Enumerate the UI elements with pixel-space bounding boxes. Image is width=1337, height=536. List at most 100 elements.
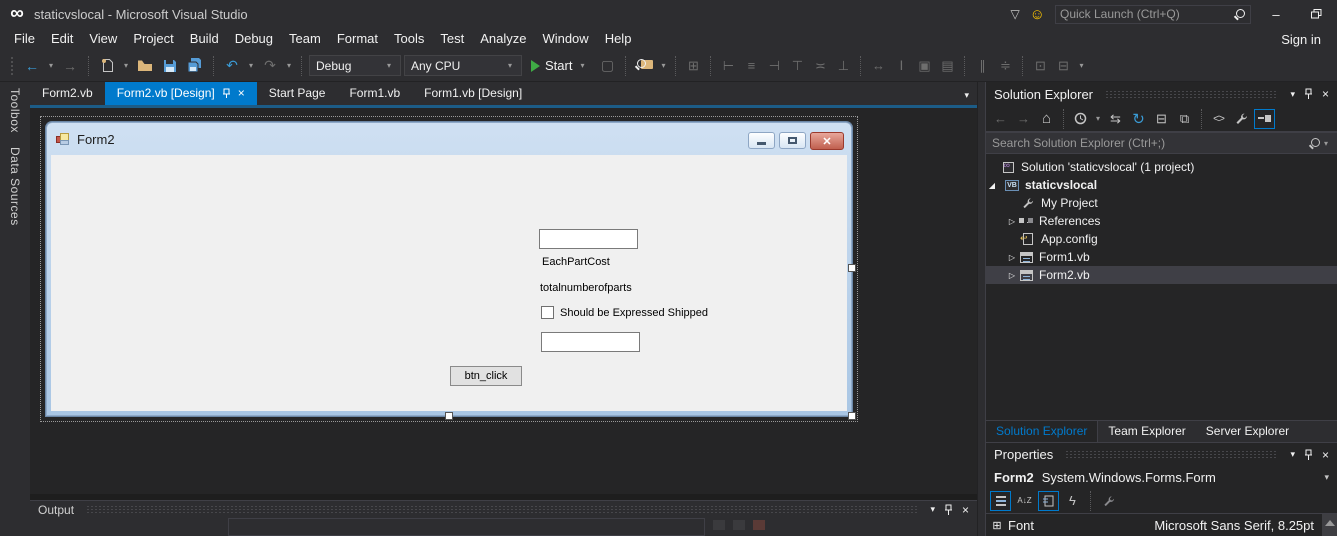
categorized-icon[interactable] (990, 491, 1011, 511)
menu-project[interactable]: Project (125, 28, 181, 50)
solution-explorer-header[interactable]: Solution Explorer ▾ × (986, 82, 1337, 106)
menu-file[interactable]: File (6, 28, 43, 50)
properties-scrollbar[interactable] (1322, 514, 1337, 536)
form-maximize-button[interactable] (779, 132, 806, 149)
refresh-icon[interactable]: ↻ (1128, 109, 1149, 129)
window-position-dropdown[interactable]: ▾ (1290, 89, 1295, 100)
pin-icon[interactable] (1304, 449, 1313, 461)
preview-selected-items-icon[interactable] (1254, 109, 1275, 129)
open-file-icon[interactable] (134, 55, 156, 77)
solution-search-input[interactable] (992, 136, 1309, 150)
minimize-button[interactable]: – (1261, 7, 1291, 22)
navigate-back-dropdown[interactable]: ▾ (46, 61, 56, 70)
save-icon[interactable] (159, 55, 181, 77)
textbox-secondary[interactable] (541, 332, 640, 352)
undo-icon[interactable]: ↶ (221, 55, 243, 77)
tab-form2-vb[interactable]: Form2.vb (30, 82, 105, 105)
navigate-forward-icon[interactable]: → (59, 55, 81, 77)
back-icon[interactable]: ← (990, 109, 1011, 129)
tab-start-page[interactable]: Start Page (257, 82, 338, 105)
toolbar-overflow-dropdown[interactable]: ▾ (1076, 61, 1086, 70)
resize-handle-right[interactable] (848, 264, 856, 272)
filter-dropdown[interactable]: ▾ (1093, 114, 1103, 123)
vertical-spacing-icon[interactable]: ≑ (995, 58, 1015, 74)
new-file-icon[interactable] (96, 55, 118, 77)
close-icon[interactable]: × (962, 503, 969, 517)
start-dropdown[interactable]: ▾ (577, 61, 587, 70)
new-file-dropdown[interactable]: ▾ (121, 61, 131, 70)
solution-platforms-combo[interactable]: Any CPU ▾ (404, 55, 522, 76)
panel-splitter[interactable] (977, 82, 985, 536)
tab-form1-vb-design[interactable]: Form1.vb [Design] (412, 82, 534, 105)
feedback-smiley-icon[interactable]: ☺ (1030, 6, 1045, 23)
tree-item-app-config[interactable]: App.config (986, 230, 1337, 248)
undo-dropdown[interactable]: ▾ (246, 61, 256, 70)
scroll-up-icon[interactable] (1325, 520, 1335, 526)
pin-icon[interactable] (222, 88, 231, 99)
tab-team-explorer[interactable]: Team Explorer (1098, 421, 1195, 442)
quick-launch-box[interactable] (1055, 5, 1251, 24)
window-position-dropdown[interactable]: ▾ (1290, 449, 1295, 460)
start-debug-button[interactable]: Start ▾ (525, 55, 593, 77)
menu-format[interactable]: Format (329, 28, 386, 50)
same-size-icon[interactable]: ▣ (914, 58, 934, 74)
form-close-button[interactable]: ✕ (810, 132, 844, 150)
alphabetical-sort-icon[interactable]: A↓Z (1014, 491, 1035, 511)
home-icon[interactable]: ⌂ (1036, 109, 1057, 129)
collapsed-arrow-icon[interactable]: ▷ (1006, 271, 1018, 280)
designed-form[interactable]: Form2 ✕ EachPartCost totalnumberofparts (46, 122, 852, 416)
align-centers-icon[interactable]: ≡ (741, 58, 761, 73)
size-to-grid-icon[interactable]: ▤ (937, 58, 957, 74)
tree-item-form2-vb[interactable]: ▷ Form2.vb (986, 266, 1337, 284)
solution-configurations-combo[interactable]: Debug ▾ (309, 55, 401, 76)
pending-changes-filter-icon[interactable] (1070, 109, 1091, 129)
align-bottoms-icon[interactable]: ⊥ (833, 58, 853, 74)
sync-with-active-document-icon[interactable]: ⇆ (1105, 109, 1126, 129)
menu-build[interactable]: Build (182, 28, 227, 50)
navigate-back-icon[interactable]: ← (21, 55, 43, 77)
redo-dropdown[interactable]: ▾ (284, 61, 294, 70)
designed-form-client-area[interactable]: EachPartCost totalnumberofparts Should b… (51, 155, 847, 411)
close-icon[interactable]: × (1322, 448, 1329, 462)
align-lefts-icon[interactable]: ⊢ (718, 58, 738, 74)
menu-edit[interactable]: Edit (43, 28, 81, 50)
tab-form1-vb[interactable]: Form1.vb (337, 82, 412, 105)
pin-icon[interactable] (1304, 88, 1313, 100)
menu-analyze[interactable]: Analyze (472, 28, 534, 50)
snap-to-grid-icon[interactable]: ⊞ (683, 58, 703, 74)
tree-item-references[interactable]: ▷ References (986, 212, 1337, 230)
tab-solution-explorer[interactable]: Solution Explorer (986, 421, 1098, 442)
align-middles-icon[interactable]: ≍ (810, 58, 830, 74)
send-to-back-icon[interactable]: ⊟ (1053, 58, 1073, 74)
view-code-icon[interactable]: <> (1208, 109, 1229, 129)
output-tool-icon[interactable] (713, 520, 725, 530)
show-output-from-combo[interactable] (228, 518, 705, 536)
collapsed-arrow-icon[interactable]: ▷ (1006, 253, 1018, 262)
properties-view-icon[interactable] (1038, 491, 1059, 511)
toolbar-grip[interactable] (10, 56, 14, 76)
events-lightning-icon[interactable]: ϟ (1062, 491, 1083, 511)
clear-output-icon[interactable] (753, 520, 765, 530)
tab-list-dropdown[interactable]: ▾ (964, 90, 969, 101)
output-tool-icon[interactable] (733, 520, 745, 530)
bring-to-front-icon[interactable]: ⊡ (1030, 58, 1050, 74)
menu-test[interactable]: Test (432, 28, 472, 50)
pin-icon[interactable] (944, 504, 953, 516)
find-dropdown[interactable]: ▾ (658, 61, 668, 70)
quick-launch-input[interactable] (1060, 7, 1234, 21)
form-minimize-button[interactable] (748, 132, 775, 149)
sign-in-link[interactable]: Sign in (1281, 32, 1321, 47)
properties-object-selector[interactable]: Form2 System.Windows.Forms.Form ▾ (986, 466, 1337, 488)
find-in-files-icon[interactable] (633, 55, 655, 77)
tree-item-my-project[interactable]: My Project (986, 194, 1337, 212)
solution-explorer-search[interactable]: ▾ (986, 132, 1337, 154)
forward-icon[interactable]: → (1013, 109, 1034, 129)
menu-team[interactable]: Team (281, 28, 329, 50)
align-tops-icon[interactable]: ⊤ (787, 58, 807, 74)
property-pages-wrench-icon[interactable] (1098, 491, 1119, 511)
show-all-files-icon[interactable]: ⧉ (1174, 109, 1195, 129)
redo-icon[interactable]: ↷ (259, 55, 281, 77)
window-position-dropdown[interactable]: ▾ (930, 504, 935, 515)
resize-handle-bottom[interactable] (445, 412, 453, 420)
label-eachpartcost[interactable]: EachPartCost (542, 256, 610, 268)
